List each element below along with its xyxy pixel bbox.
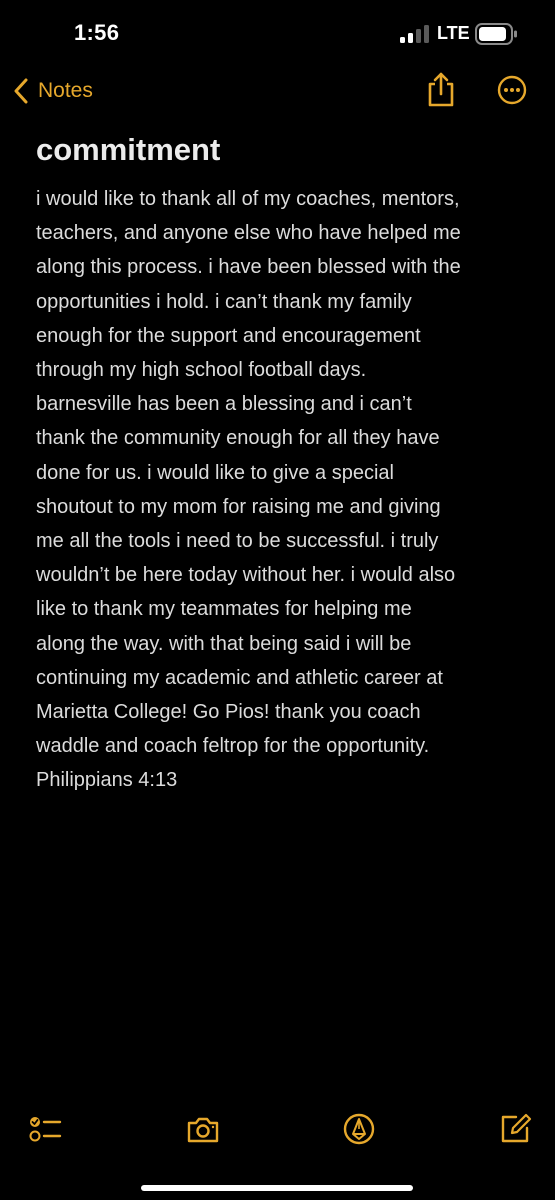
share-icon[interactable] bbox=[424, 72, 458, 108]
more-options-icon[interactable] bbox=[497, 75, 527, 105]
note-line: along the way. with that being said i wi… bbox=[36, 632, 412, 655]
markup-button[interactable] bbox=[342, 1112, 376, 1146]
camera-icon bbox=[187, 1117, 219, 1143]
checklist-button[interactable] bbox=[28, 1112, 62, 1146]
markup-pen-icon bbox=[343, 1113, 375, 1145]
compose-icon bbox=[501, 1113, 532, 1143]
note-line: along this process. i have been blessed … bbox=[36, 256, 461, 279]
note-line: waddle and coach feltrop for the opportu… bbox=[36, 735, 430, 758]
chevron-left-icon bbox=[14, 78, 28, 104]
note-line: opportunities i hold. i can’t thank my f… bbox=[36, 290, 412, 313]
note-title[interactable]: commitment bbox=[36, 132, 220, 168]
note-line: through my high school football days. bbox=[36, 359, 367, 382]
note-line: me all the tools i need to be successful… bbox=[36, 530, 439, 553]
camera-button[interactable] bbox=[186, 1112, 220, 1146]
note-line: i would like to thank all of my coaches,… bbox=[36, 188, 460, 210]
back-label: Notes bbox=[38, 79, 93, 102]
note-line: continuing my academic and athletic care… bbox=[36, 666, 443, 689]
note-line: shoutout to my mom for raising me and gi… bbox=[36, 495, 441, 518]
back-to-notes-button[interactable]: Notes bbox=[14, 74, 93, 108]
note-line: like to thank my teammates for helping m… bbox=[36, 598, 412, 621]
note-line: wouldn’t be here today without her. i wo… bbox=[36, 564, 456, 587]
status-time: 1:56 bbox=[74, 20, 120, 45]
note-body[interactable]: i would like to thank all of my coaches,… bbox=[36, 182, 520, 798]
note-line: Marietta College! Go Pios! thank you coa… bbox=[36, 701, 421, 724]
note-line: teachers, and anyone else who have helpe… bbox=[36, 222, 461, 245]
note-line: enough for the support and encouragement bbox=[36, 324, 421, 347]
note-line: done for us. i would like to give a spec… bbox=[36, 461, 394, 484]
signal-bars-icon bbox=[400, 25, 429, 43]
note-line: barnesville has been a blessing and i ca… bbox=[36, 393, 412, 416]
status-bar: 1:56 LTE bbox=[0, 0, 555, 66]
compose-button[interactable] bbox=[498, 1112, 532, 1146]
home-indicator[interactable] bbox=[141, 1185, 413, 1191]
battery-icon bbox=[475, 23, 517, 45]
note-line: Philippians 4:13 bbox=[36, 769, 178, 792]
checklist-icon bbox=[29, 1117, 62, 1142]
note-line: thank the community enough for all they … bbox=[36, 427, 440, 450]
carrier-label: LTE bbox=[437, 23, 470, 43]
